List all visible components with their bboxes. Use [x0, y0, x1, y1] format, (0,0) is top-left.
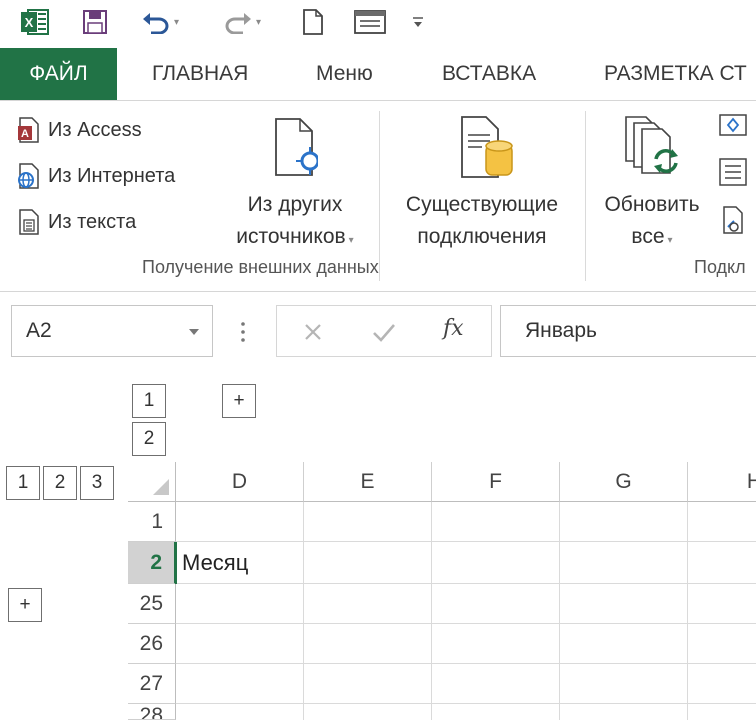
refresh-line2-wrap: все ▾	[592, 221, 712, 256]
grid-line	[303, 502, 304, 720]
row-header-25[interactable]: 25	[128, 584, 176, 624]
ribbon-tabs: ФАЙЛ ГЛАВНАЯ Меню ВСТАВКА РАЗМЕТКА СТ	[0, 48, 756, 101]
select-all-button[interactable]	[128, 462, 176, 502]
outline-row-level-2[interactable]: 2	[132, 422, 166, 456]
from-other-line2: источников	[236, 225, 346, 248]
row-header-28[interactable]: 28	[128, 704, 176, 720]
svg-text:A: A	[21, 128, 29, 140]
check-icon[interactable]	[371, 320, 397, 344]
from-web-label: Из Интернета	[48, 164, 176, 187]
refresh-line1: Обновить	[604, 193, 700, 216]
column-header-h[interactable]: H	[688, 462, 756, 502]
name-box-dropdown-icon[interactable]	[188, 320, 200, 344]
ribbon-panel: A Из Access Из Интернета Из текста Из др…	[0, 101, 756, 292]
outline-col-level-1[interactable]: 1	[6, 466, 40, 500]
text-file-icon	[19, 209, 39, 235]
existing-connections-button[interactable]: Существующие подключения	[392, 111, 572, 251]
name-box-value: A2	[26, 319, 52, 342]
svg-text:X: X	[25, 15, 34, 30]
from-other-sources-button[interactable]: Из других источников ▾	[220, 111, 370, 251]
group-label-connections: Подкл	[694, 257, 746, 277]
new-document-icon[interactable]	[296, 6, 330, 38]
from-text-button[interactable]: Из текста	[16, 207, 136, 237]
row-header-1[interactable]: 1	[128, 502, 176, 542]
undo-dropdown-icon[interactable]: ▾	[174, 17, 179, 28]
column-header-h-label: H	[746, 469, 756, 493]
formula-content: Январь	[525, 319, 597, 342]
quick-access-toolbar: X ▾ ▾	[0, 0, 756, 46]
expand-column-group-button[interactable]: +	[222, 384, 256, 418]
outline-col-level-2[interactable]: 2	[43, 466, 77, 500]
row-header-2[interactable]: 2	[128, 542, 176, 584]
from-access-button[interactable]: A Из Access	[16, 115, 142, 145]
undo-icon[interactable]: ▾	[132, 6, 188, 38]
existing-line2: подключения	[417, 225, 547, 248]
from-other-line1: Из других	[247, 193, 343, 216]
chevron-down-icon: ▾	[348, 235, 354, 246]
group-label-external-data: Получение внешних данных	[142, 257, 379, 277]
more-options-icon[interactable]	[236, 318, 250, 346]
from-web-button[interactable]: Из Интернета	[16, 161, 175, 191]
column-header-g[interactable]: G	[560, 462, 688, 502]
cell-d2-value: Месяц	[182, 550, 249, 575]
group-divider	[379, 111, 380, 281]
group-divider	[585, 111, 586, 281]
refresh-icon	[625, 116, 678, 174]
other-sources-icon	[275, 118, 318, 176]
active-cell-marker	[175, 542, 177, 584]
access-icon: A	[18, 117, 39, 143]
existing-line1: Существующие	[405, 193, 559, 216]
from-other-line2-wrap: источников ▾	[220, 221, 370, 256]
properties-icon[interactable]	[718, 157, 748, 187]
grid-line	[431, 502, 432, 720]
excel-app-icon[interactable]: X	[16, 6, 54, 38]
tab-insert[interactable]: ВСТАВКА	[442, 48, 536, 100]
column-header-e[interactable]: E	[304, 462, 432, 502]
from-text-label: Из текста	[48, 210, 137, 233]
existing-connections-icon	[461, 116, 513, 178]
save-icon[interactable]	[78, 6, 112, 38]
edit-links-icon[interactable]	[718, 205, 748, 235]
formula-input[interactable]: Январь	[500, 305, 756, 357]
insert-function-icon[interactable]: fx	[443, 316, 473, 346]
tab-menu[interactable]: Меню	[316, 48, 373, 100]
redo-dropdown-icon[interactable]: ▾	[256, 17, 261, 28]
row-header-26[interactable]: 26	[128, 624, 176, 664]
tab-page-layout[interactable]: РАЗМЕТКА СТ	[604, 48, 747, 100]
expand-row-group-button[interactable]: +	[8, 588, 42, 622]
cancel-icon[interactable]	[301, 320, 325, 344]
column-header-d[interactable]: D	[176, 462, 304, 502]
row-header-27[interactable]: 27	[128, 664, 176, 704]
formula-buttons: fx	[276, 305, 492, 357]
grid-line	[559, 502, 560, 720]
globe-icon	[18, 163, 39, 189]
redo-icon[interactable]: ▾	[214, 6, 270, 38]
refresh-line2: все	[631, 225, 665, 248]
tab-file[interactable]: ФАЙЛ	[0, 48, 117, 100]
form-icon[interactable]	[350, 6, 390, 38]
grid-line	[176, 623, 756, 624]
grid-line	[176, 703, 756, 704]
chevron-down-icon: ▾	[667, 235, 673, 246]
cell-d2[interactable]: Месяц	[176, 542, 304, 584]
refresh-all-button[interactable]: Обновить все ▾	[592, 111, 712, 251]
from-access-label: Из Access	[48, 118, 142, 141]
outline-row-level-1[interactable]: 1	[132, 384, 166, 418]
tab-home[interactable]: ГЛАВНАЯ	[152, 48, 248, 100]
grid-line	[687, 502, 688, 720]
connections-icon[interactable]	[718, 113, 748, 139]
outline-col-level-3[interactable]: 3	[80, 466, 114, 500]
name-box[interactable]: A2	[11, 305, 213, 357]
customize-qat-icon[interactable]	[408, 6, 428, 38]
column-header-f[interactable]: F	[432, 462, 560, 502]
grid-line	[176, 663, 756, 664]
